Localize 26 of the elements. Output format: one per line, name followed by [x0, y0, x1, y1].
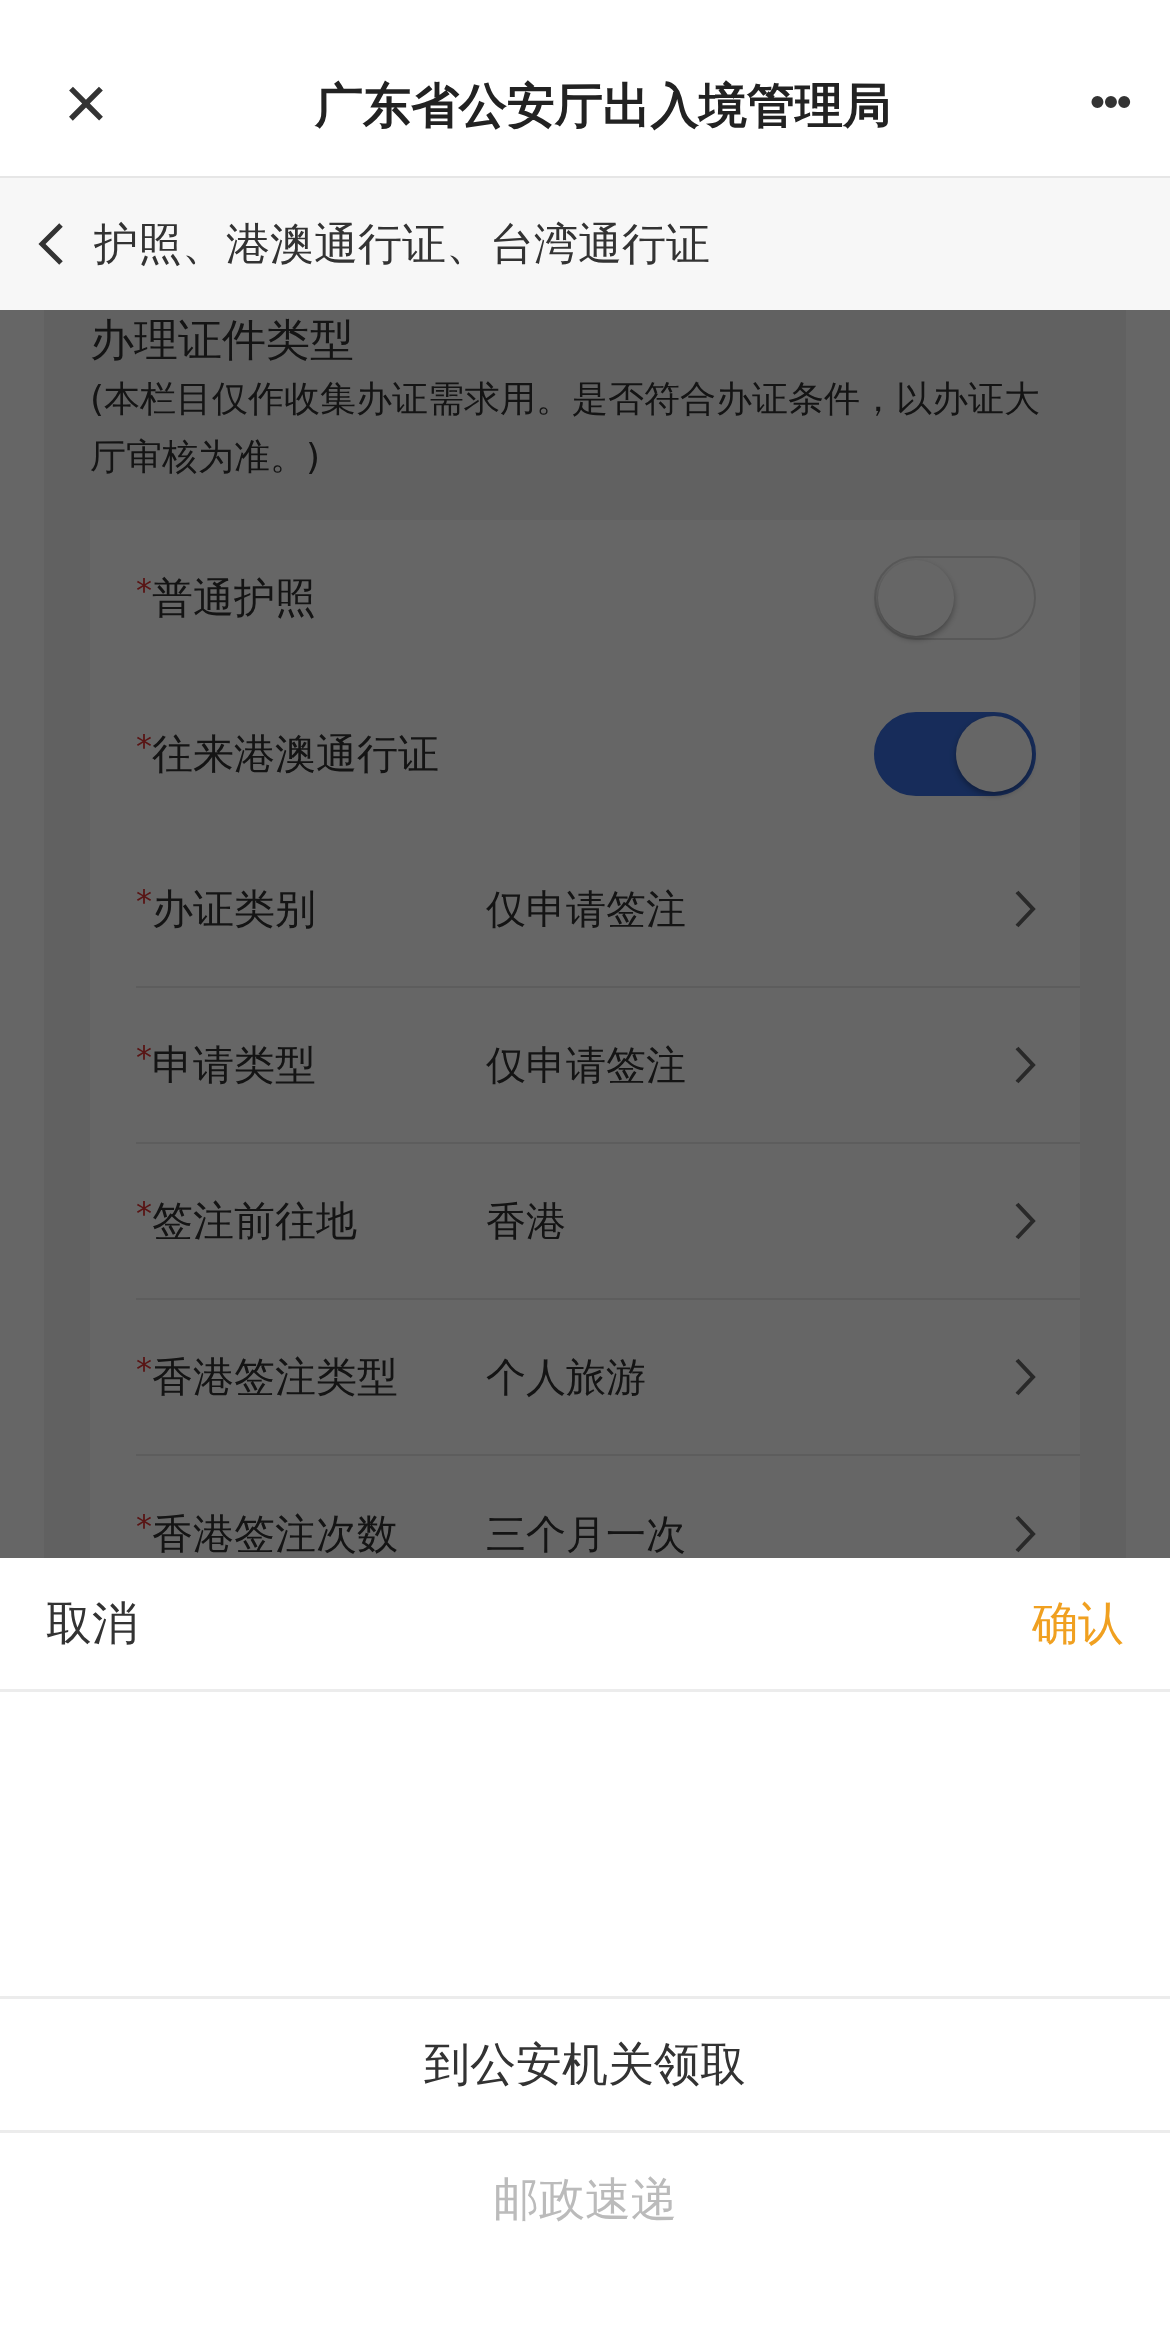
back-icon[interactable] — [38, 222, 64, 266]
field-label: *香港签注次数 — [136, 1506, 399, 1558]
section-heading: 办理证件类型 — [90, 313, 355, 367]
note-text: (本栏目仅作收集办证需求用。是否符合办证条件，以办证大厅审核为准。) — [90, 377, 1042, 479]
field-label: *普通护照 — [136, 570, 317, 624]
field-label: *往来港澳通行证 — [136, 726, 440, 780]
field-value[interactable]: 个人旅游 — [486, 1349, 1014, 1405]
field-value[interactable]: 三个月一次 — [486, 1506, 1014, 1558]
field-label: *办证类别 — [136, 881, 317, 935]
field-value[interactable]: 仅申请签注 — [486, 881, 1014, 937]
page-title: 广东省公安厅出入境管理局 — [313, 76, 892, 135]
section-title: 护照、港澳通行证、台湾通行证 — [94, 216, 710, 271]
more-button[interactable]: ••• — [1089, 82, 1130, 138]
field-value[interactable]: 仅申请签注 — [486, 1037, 1014, 1093]
field-value[interactable]: 香港 — [486, 1193, 1014, 1249]
chevron-right-icon — [1014, 1357, 1036, 1397]
field-label: *签注前往地 — [136, 1193, 358, 1247]
chevron-right-icon — [1014, 1201, 1036, 1241]
cancel-button[interactable]: 取消 — [46, 1592, 138, 1655]
chevron-right-icon — [1014, 889, 1036, 929]
confirm-button[interactable]: 确认 — [1032, 1592, 1124, 1655]
chevron-right-icon — [1014, 1045, 1036, 1085]
chevron-right-icon — [1014, 1514, 1036, 1554]
field-label: *申请类型 — [136, 1037, 317, 1091]
close-button[interactable]: × — [56, 68, 116, 138]
field-label: *香港签注类型 — [136, 1349, 399, 1403]
